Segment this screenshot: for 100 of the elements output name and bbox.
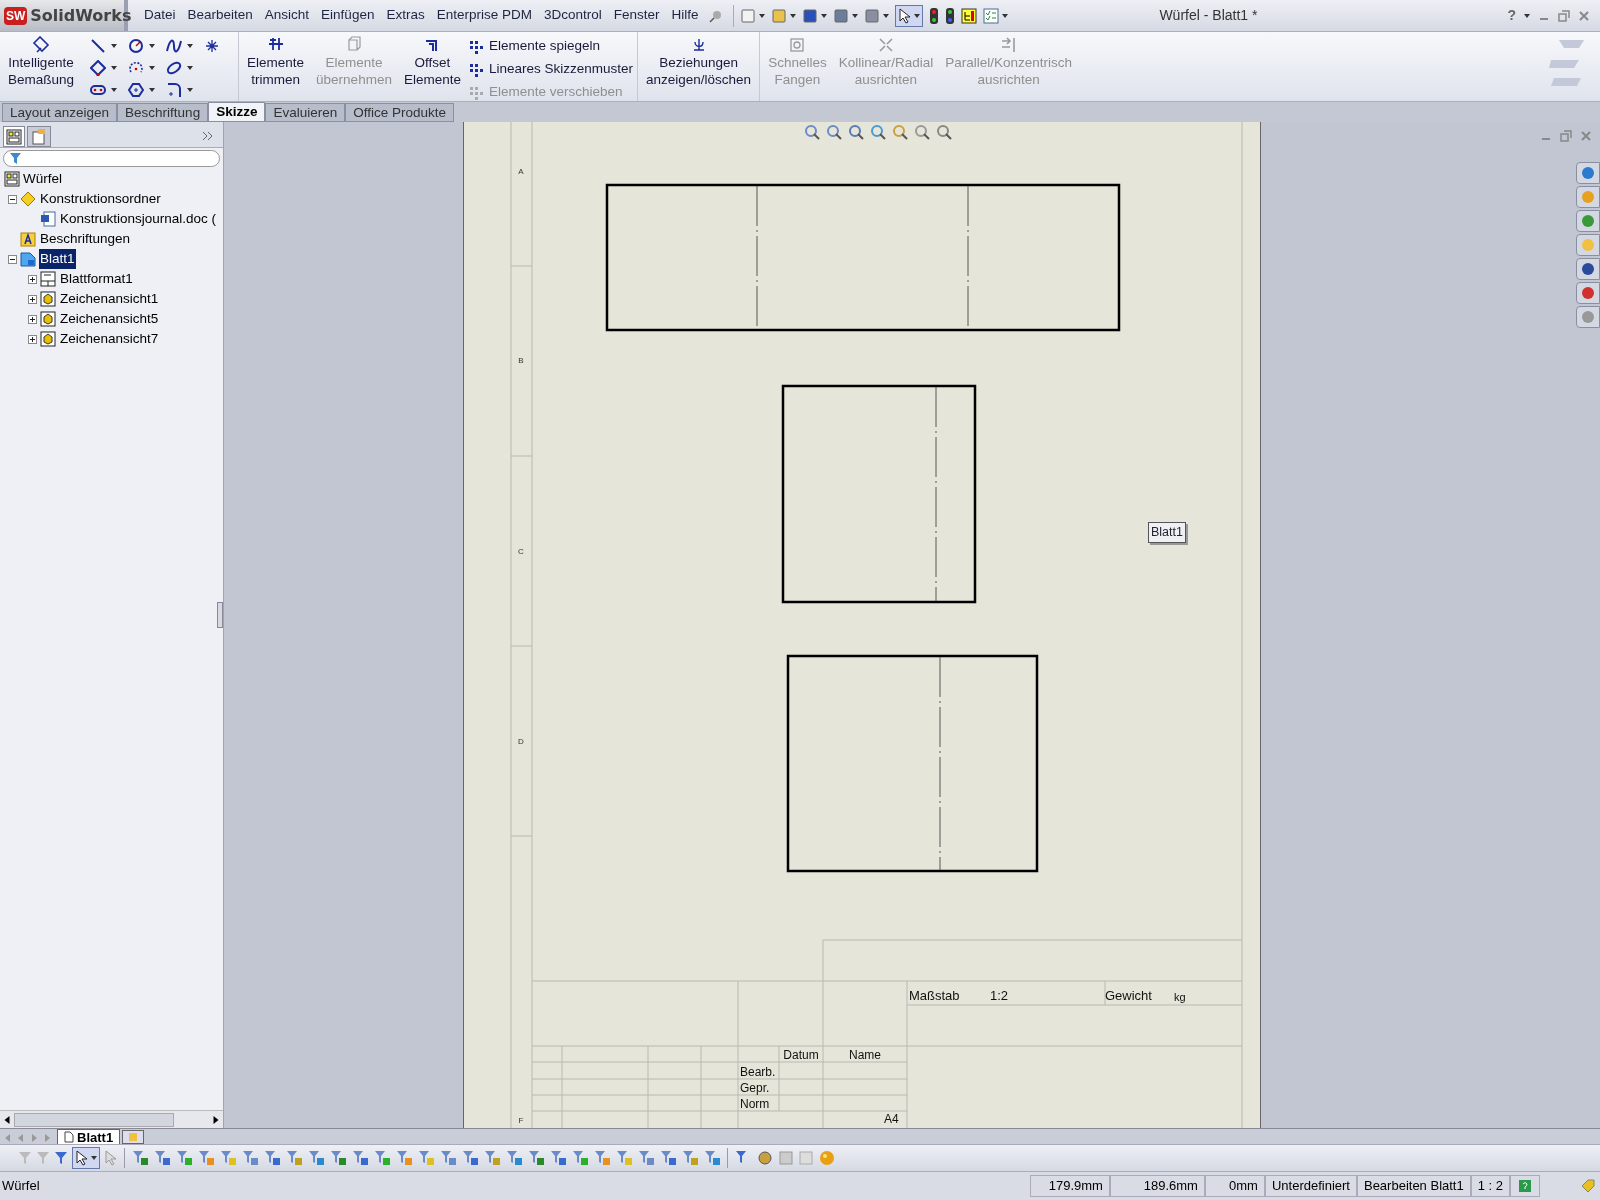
horizontal-scrollbar[interactable] xyxy=(0,1110,223,1128)
sphere-icon[interactable] xyxy=(818,1149,836,1167)
right-arrow-icon[interactable] xyxy=(213,1115,219,1124)
tree-item[interactable]: Konstruktionsjournal.doc ( xyxy=(59,208,218,230)
sheet-tab[interactable]: Blatt1 xyxy=(57,1129,121,1144)
help-icon[interactable] xyxy=(1518,1179,1532,1193)
selection-filter-icon[interactable] xyxy=(461,1149,479,1167)
selection-filter-icon[interactable] xyxy=(219,1149,237,1167)
menu-item[interactable]: Fenster xyxy=(607,5,666,26)
menu-item[interactable]: Datei xyxy=(138,5,182,26)
selection-filter-icon[interactable] xyxy=(153,1149,171,1167)
add-sheet-icon[interactable] xyxy=(122,1130,145,1144)
tree-item[interactable]: Beschriftungen xyxy=(39,228,132,250)
ribbon-button[interactable]: Beziehungen anzeigen/löschen xyxy=(642,36,756,88)
close-icon[interactable] xyxy=(1578,9,1590,22)
tree-item[interactable]: Zeichenansicht7 xyxy=(59,328,160,350)
menu-item[interactable]: Einfügen xyxy=(315,5,381,26)
task-pane-tab[interactable] xyxy=(1576,258,1600,280)
tree-item[interactable]: Blatt1 xyxy=(39,248,76,270)
help-button[interactable]: ? xyxy=(1507,5,1516,26)
selection-filter-icon[interactable] xyxy=(175,1149,193,1167)
expand-icon[interactable] xyxy=(28,334,37,344)
selection-filter-icon[interactable] xyxy=(351,1149,369,1167)
slot-icon[interactable] xyxy=(90,82,107,98)
selection-filter-icon[interactable] xyxy=(197,1149,215,1167)
tree-item[interactable]: Blattformat1 xyxy=(59,268,134,290)
selection-filter-icon[interactable] xyxy=(593,1149,611,1167)
selection-filter-icon[interactable] xyxy=(681,1149,699,1167)
expand-icon[interactable] xyxy=(28,294,37,304)
collapse-icon[interactable] xyxy=(8,254,17,264)
view-tool-icon[interactable] xyxy=(892,124,908,140)
command-tab[interactable]: Layout anzeigen xyxy=(2,103,118,122)
ellipse-icon[interactable] xyxy=(166,60,183,76)
command-tab[interactable]: Office Produkte xyxy=(345,103,455,122)
selection-filter-icon[interactable] xyxy=(373,1149,391,1167)
traffic-light-icon[interactable] xyxy=(928,6,939,25)
selection-filter-icon[interactable] xyxy=(571,1149,589,1167)
selection-filter-icon[interactable] xyxy=(395,1149,413,1167)
selection-filter-icon[interactable] xyxy=(263,1149,281,1167)
panel-collapse-handle[interactable] xyxy=(217,602,223,628)
spline-icon[interactable] xyxy=(166,38,183,54)
tree-item[interactable]: Zeichenansicht1 xyxy=(59,288,160,310)
toolbar-icon[interactable] xyxy=(832,7,849,24)
menu-item[interactable]: Enterprise PDM xyxy=(430,5,538,26)
restore-icon[interactable] xyxy=(1558,9,1570,22)
ribbon-button[interactable]: Elemente trimmen xyxy=(243,36,309,88)
selection-filter-icon[interactable] xyxy=(637,1149,655,1167)
view-tool-icon[interactable] xyxy=(914,124,930,140)
filter-icon[interactable] xyxy=(54,1151,68,1165)
filter-field[interactable] xyxy=(3,150,220,167)
selection-filter-icon[interactable] xyxy=(483,1149,501,1167)
restore-icon[interactable] xyxy=(1560,130,1572,142)
ribbon-list-button[interactable]: Lineares Skizzenmuster xyxy=(468,59,634,80)
selection-filter-icon[interactable] xyxy=(505,1149,523,1167)
selection-filter-icon[interactable] xyxy=(131,1149,149,1167)
toolbar-icon[interactable] xyxy=(863,7,880,24)
selection-filter-icon[interactable] xyxy=(615,1149,633,1167)
command-tab[interactable]: Beschriftung xyxy=(117,103,209,122)
selection-filter-icon[interactable] xyxy=(329,1149,347,1167)
selection-filter-icon[interactable] xyxy=(659,1149,677,1167)
traffic-light-icon[interactable] xyxy=(944,6,955,25)
selection-filter-icon[interactable] xyxy=(417,1149,435,1167)
select-button[interactable] xyxy=(72,1147,100,1169)
command-tab[interactable]: Evaluieren xyxy=(265,103,346,122)
collapse-icon[interactable] xyxy=(8,194,17,204)
command-tab[interactable]: Skizze xyxy=(208,102,266,122)
chevrons-icon[interactable] xyxy=(202,131,214,141)
fillet-icon[interactable] xyxy=(166,82,183,98)
ribbon-button[interactable]: Offset Elemente xyxy=(399,36,465,88)
view-tool-icon[interactable] xyxy=(804,124,820,140)
menu-item[interactable]: Bearbeiten xyxy=(181,5,259,26)
tree-item[interactable]: Zeichenansicht5 xyxy=(59,308,160,330)
close-icon[interactable] xyxy=(1580,130,1592,142)
selection-filter-icon[interactable] xyxy=(549,1149,567,1167)
expand-icon[interactable] xyxy=(28,314,37,324)
view-tool-icon[interactable] xyxy=(936,124,952,140)
task-pane-tab[interactable] xyxy=(1576,162,1600,184)
selection-filter-icon[interactable] xyxy=(241,1149,259,1167)
menu-item[interactable]: 3Dcontrol xyxy=(537,5,608,26)
checklist-icon[interactable] xyxy=(982,7,999,24)
pin-icon[interactable] xyxy=(708,8,723,23)
menu-item[interactable]: Ansicht xyxy=(258,5,316,26)
polygon-icon[interactable] xyxy=(128,82,145,98)
task-pane-tab[interactable] xyxy=(1576,210,1600,232)
property-manager-tab[interactable] xyxy=(27,126,51,147)
tag-icon[interactable] xyxy=(1580,1178,1596,1194)
ribbon-list-button[interactable]: Elemente spiegeln xyxy=(468,36,634,57)
feature-manager-tab[interactable] xyxy=(3,126,25,147)
task-pane-tab[interactable] xyxy=(1576,282,1600,304)
toolbar-icon[interactable] xyxy=(770,7,787,24)
selection-filter-icon[interactable] xyxy=(439,1149,457,1167)
selection-filter-icon[interactable] xyxy=(307,1149,325,1167)
expand-icon[interactable] xyxy=(28,274,37,284)
view-tool-icon[interactable] xyxy=(826,124,842,140)
left-arrow-icon[interactable] xyxy=(4,1115,10,1124)
tree-item[interactable]: Konstruktionsordner xyxy=(39,188,162,210)
view-tool-icon[interactable] xyxy=(848,124,864,140)
tree-root[interactable]: Würfel xyxy=(23,168,62,190)
menu-item[interactable]: Extras xyxy=(380,5,431,26)
cursor-icon[interactable] xyxy=(104,1150,118,1166)
